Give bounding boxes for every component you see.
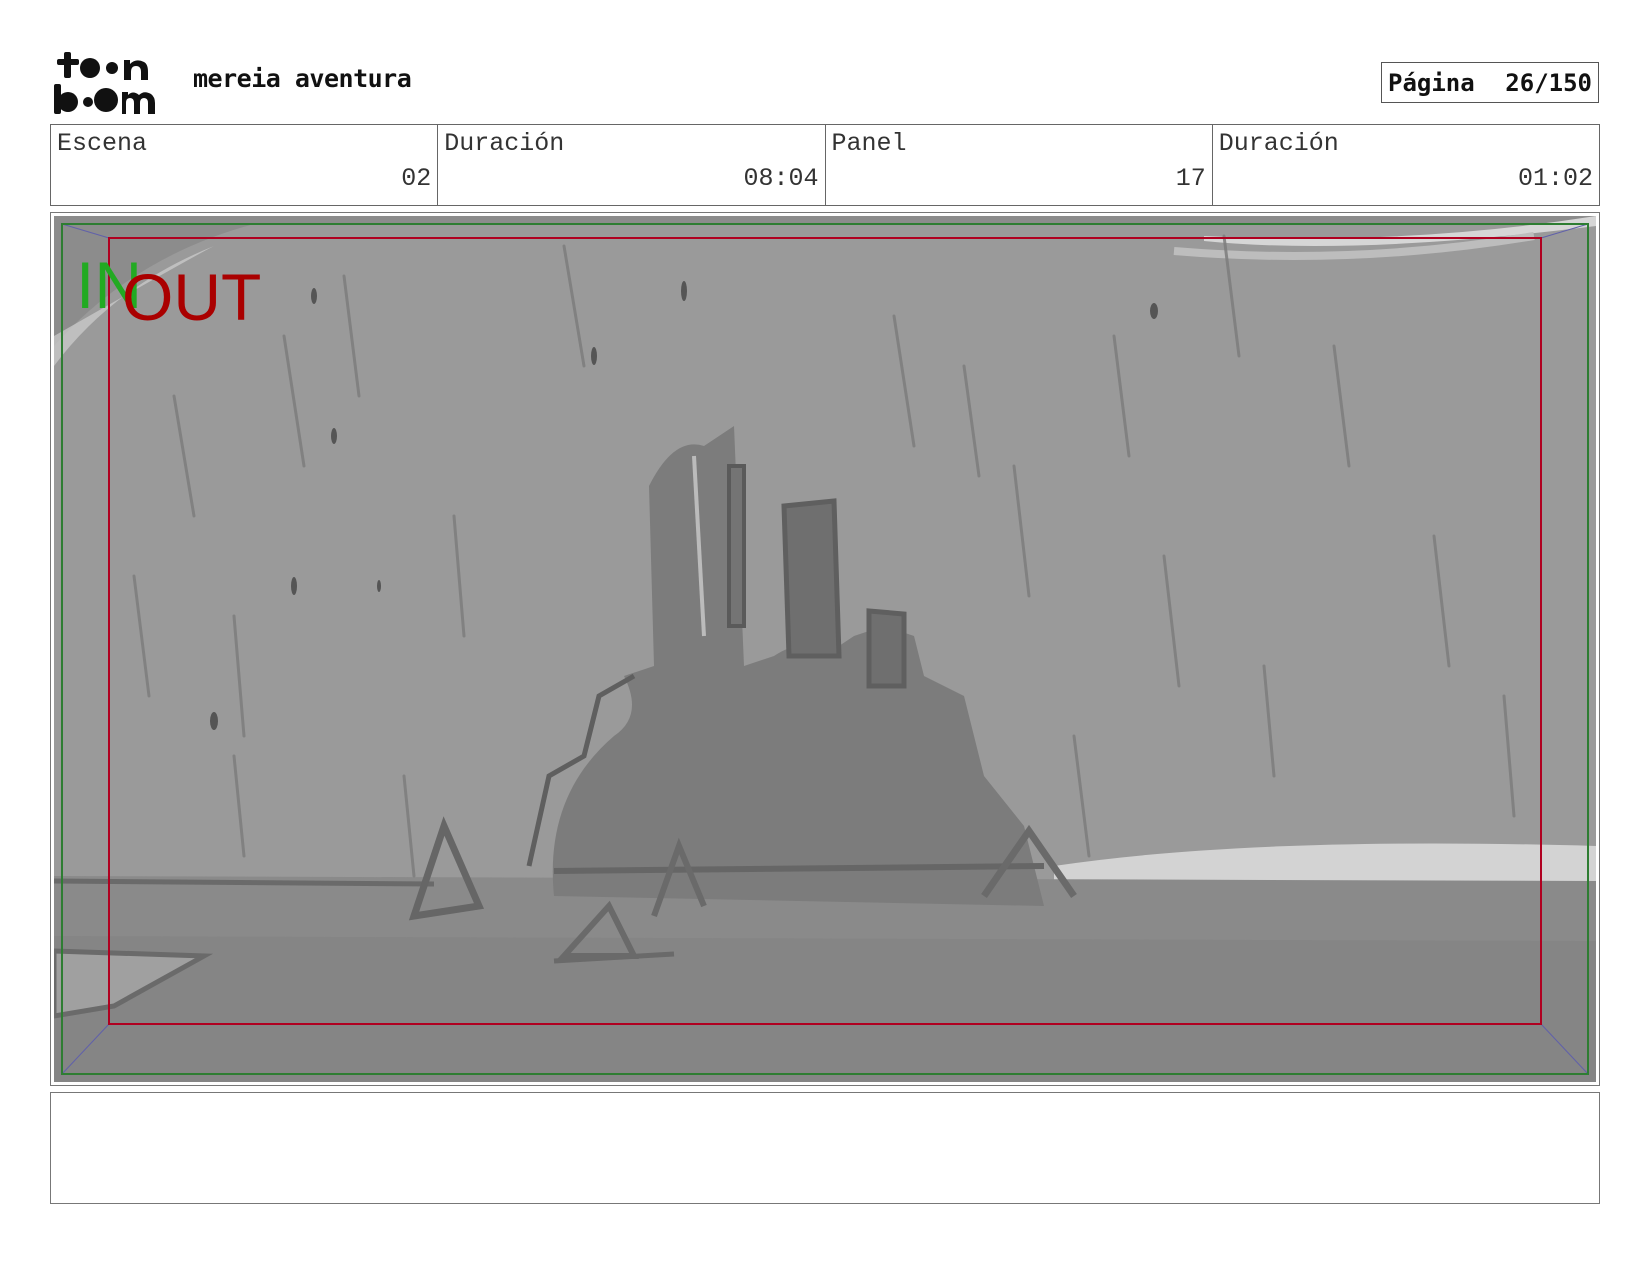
scene-label: Escena: [57, 129, 148, 158]
panel-duration-value: 01:02: [1517, 164, 1593, 193]
scene-duration-label: Duración: [444, 129, 565, 158]
dialogue-box: [50, 1092, 1600, 1204]
scene-duration-cell: Duración 08:04: [438, 125, 826, 205]
panel-drawing: IN OUT: [54, 216, 1596, 1082]
page-label: Página: [1388, 68, 1475, 97]
panel-value: 17: [1175, 164, 1206, 193]
panel-cell: Panel 17: [826, 125, 1213, 205]
panel-duration-cell: Duración 01:02: [1213, 125, 1599, 205]
panel-label: Panel: [831, 129, 907, 158]
out-marker: OUT: [122, 260, 261, 334]
storyboard-panel: IN OUT: [50, 212, 1600, 1086]
toonboom-logo: [52, 50, 172, 116]
project-title: mereia aventura: [193, 64, 412, 93]
panel-duration-label: Duración: [1218, 129, 1339, 158]
page-indicator: Página 26/150: [1381, 62, 1599, 103]
scene-value: 02: [401, 164, 432, 193]
scene-info-row: Escena 02 Duración 08:04 Panel 17 Duraci…: [50, 124, 1600, 206]
scene-duration-value: 08:04: [743, 164, 819, 193]
scene-cell: Escena 02: [51, 125, 439, 205]
page-number: 26/150: [1505, 68, 1592, 97]
